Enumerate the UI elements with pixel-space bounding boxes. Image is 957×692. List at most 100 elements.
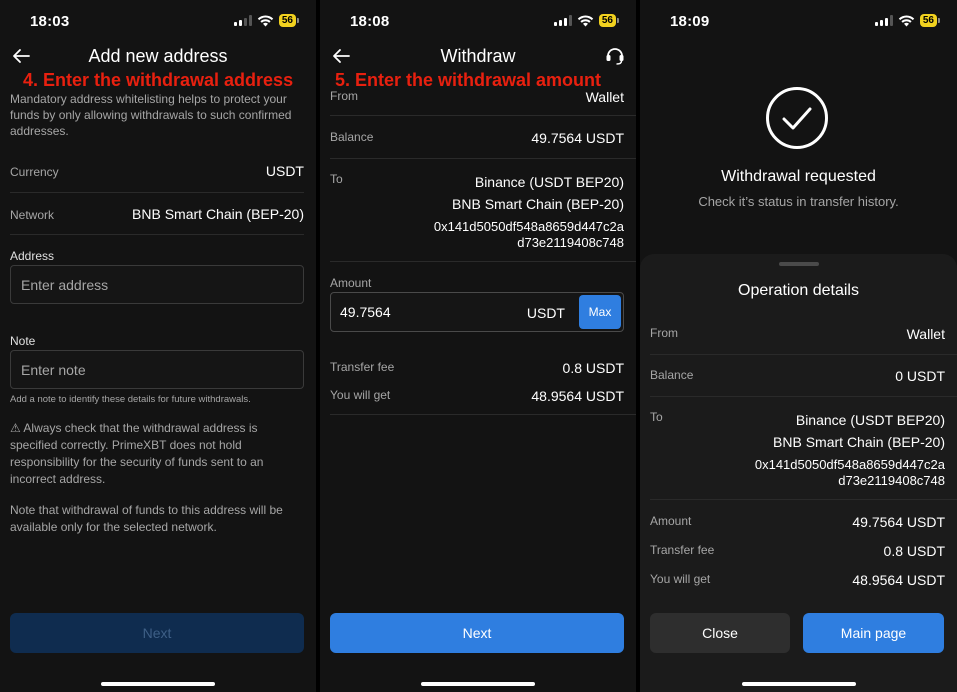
from-row: From Wallet [330,88,624,108]
divider [330,158,636,159]
battery-icon: 56 [598,14,620,27]
fee-value: 0.8 USDT [562,360,624,376]
network-row[interactable]: Network BNB Smart Chain (BEP-20) [10,206,304,226]
next-button[interactable]: Next [10,613,304,653]
success-subtitle: Check it’s status in transfer history. [698,194,899,209]
divider [330,414,636,415]
amount-label: Amount [330,276,372,290]
note-label: Note [10,334,36,348]
to-network: BNB Smart Chain (BEP-20) [773,434,945,450]
receive-value: 48.9564 USDT [531,388,624,404]
home-indicator [421,682,535,686]
operation-details-sheet: Operation details From Wallet Balance 0 … [640,254,957,692]
address-field[interactable] [10,265,304,304]
home-indicator [101,682,215,686]
to-label: To [650,410,663,424]
fee-row: Transfer fee 0.8 USDT [650,543,945,563]
fee-label: Transfer fee [330,360,395,374]
to-network: BNB Smart Chain (BEP-20) [452,196,624,212]
destination-row: To Binance (USDT BEP20) BNB Smart Chain … [650,410,945,490]
status-bar: 18:08 56 [320,0,636,42]
receive-row: You will get 48.9564 USDT [330,388,624,408]
note-field[interactable] [10,350,304,389]
balance-label: Balance [650,368,694,382]
to-label: To [330,172,343,186]
fee-label: Transfer fee [650,543,715,557]
amount-input[interactable] [331,293,511,331]
currency-value: USDT [265,163,304,179]
amount-value: 49.7564 USDT [852,514,945,530]
status-bar: 18:09 56 [640,0,957,42]
balance-value: 0 USDT [895,368,945,384]
receive-value: 48.9564 USDT [852,572,945,588]
nav-bar: Add new address [0,42,316,72]
from-label: From [330,89,358,103]
to-address-line1: 0x141d5050df548a8659d447c2a [433,219,624,234]
address-label: Address [10,249,55,263]
address-warning: ⚠ Always check that the withdrawal addre… [10,421,264,486]
balance-value: 49.7564 USDT [531,130,624,146]
battery-icon: 56 [919,14,941,27]
address-input[interactable] [11,266,303,303]
receive-row: You will get 48.9564 USDT [650,572,945,592]
status-bar: 18:03 56 [0,0,316,42]
divider [650,354,957,355]
divider [330,115,636,116]
divider [330,261,636,262]
balance-row: Balance 0 USDT [650,368,945,388]
main-page-button[interactable]: Main page [803,613,944,653]
checkmark-circle-icon [766,87,828,149]
amount-currency: USDT [526,305,565,321]
to-address-line2: d73e2119408c748 [838,473,945,488]
whitelist-intro: Mandatory address whitelisting helps to … [10,92,292,138]
close-button[interactable]: Close [650,613,790,653]
to-exchange: Binance (USDT BEP20) [795,412,945,428]
from-label: From [650,326,678,340]
next-button[interactable]: Next [330,613,624,653]
wifi-icon [577,14,594,26]
fee-row: Transfer fee 0.8 USDT [330,360,624,380]
note-hint: Add a note to identify these details for… [10,394,251,405]
destination-row: To Binance (USDT BEP20) BNB Smart Chain … [330,172,624,252]
support-headset-icon[interactable] [604,44,626,66]
from-row: From Wallet [650,326,945,346]
signal-icon [553,15,572,26]
receive-label: You will get [650,572,711,586]
home-indicator [741,682,856,686]
page-title: Add new address [88,46,228,66]
divider [10,234,304,235]
page-title: Withdraw [440,46,516,66]
currency-row[interactable]: Currency USDT [10,163,304,183]
divider [650,396,957,397]
to-address-line2: d73e2119408c748 [517,235,624,250]
from-value: Wallet [906,326,945,342]
sheet-title: Operation details [738,282,859,299]
divider [10,192,304,193]
note-input[interactable] [11,351,303,388]
wifi-icon [898,14,915,26]
receive-label: You will get [330,388,391,402]
success-title: Withdrawal requested [721,168,876,185]
signal-icon [233,15,252,26]
network-label: Network [10,208,55,222]
status-time: 18:08 [350,13,390,30]
amount-row: Amount 49.7564 USDT [650,514,945,534]
to-address-line1: 0x141d5050df548a8659d447c2a [754,457,945,472]
amount-field[interactable]: USDT Max [330,292,624,332]
status-time: 18:09 [670,13,710,30]
battery-icon: 56 [278,14,300,27]
currency-label: Currency [10,165,59,179]
signal-icon [874,15,893,26]
nav-bar: Withdraw [320,42,636,72]
wifi-icon [257,14,274,26]
network-note: Note that withdrawal of funds to this ad… [10,503,283,534]
sheet-grabber[interactable] [778,262,819,266]
withdraw-screen: 18:08 56 Withdraw 5. Enter the withdrawa… [320,0,636,692]
amount-label: Amount [650,514,692,528]
max-button[interactable]: Max [579,295,621,329]
from-value: Wallet [585,89,624,105]
divider [650,499,957,500]
to-exchange: Binance (USDT BEP20) [474,174,624,190]
network-value: BNB Smart Chain (BEP-20) [132,206,304,222]
add-address-screen: 18:03 56 Add new address 4. Enter the wi… [0,0,316,692]
